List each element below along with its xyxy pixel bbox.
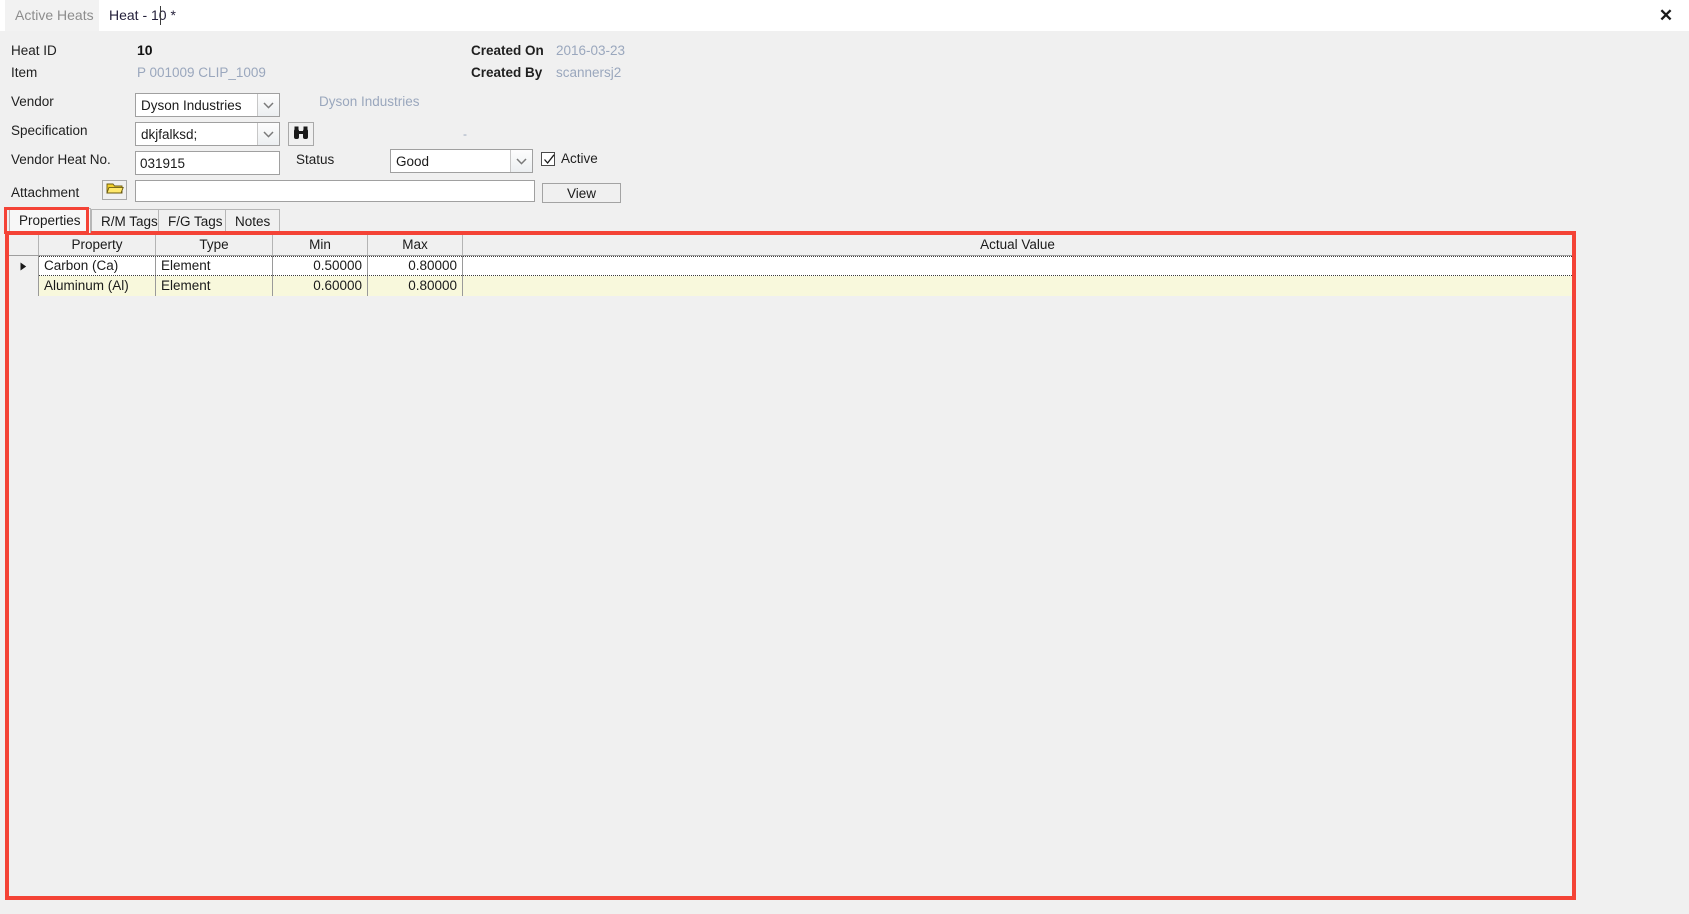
grid-col-actual-value[interactable]: Actual Value (463, 235, 1572, 255)
cell-actual-value[interactable] (463, 256, 1572, 276)
properties-tab-strip: Properties R/M Tags F/G Tags Notes (0, 208, 1689, 233)
status-combobox[interactable]: Good (390, 149, 533, 173)
cell-type[interactable]: Element (156, 256, 273, 276)
tab-properties[interactable]: Properties (9, 208, 91, 233)
tab-notes-label: Notes (235, 214, 271, 229)
tab-notes[interactable]: Notes (225, 209, 281, 232)
tab-active-heats-label: Active Heats (15, 7, 94, 23)
item-value[interactable]: P 001009 CLIP_1009 (137, 65, 266, 81)
status-combobox-value: Good (396, 153, 430, 169)
tab-fg-tags-label: F/G Tags (168, 214, 223, 229)
grid-col-property[interactable]: Property (39, 235, 156, 255)
vendor-combobox-value: Dyson Industries (141, 97, 242, 113)
specification-search-button[interactable] (288, 122, 314, 146)
cell-property[interactable]: Carbon (Ca) (39, 256, 156, 276)
play-arrow-icon (20, 259, 27, 274)
close-window-button[interactable]: ✕ (1651, 0, 1681, 31)
vendor-label: Vendor (11, 94, 54, 109)
specification-note: - (463, 127, 467, 141)
properties-grid: Property Type Min Max Actual Value Carbo… (9, 235, 1572, 296)
top-tab-strip: Active Heats Heat - 10 * ✕ (0, 0, 1689, 32)
binoculars-icon (293, 126, 309, 143)
tab-active-heats[interactable]: Active Heats (5, 0, 105, 31)
cell-min[interactable]: 0.60000 (273, 276, 368, 296)
open-folder-icon (105, 182, 124, 198)
tab-fg-tags[interactable]: F/G Tags (158, 209, 233, 232)
cell-actual-value[interactable] (463, 276, 1572, 296)
item-label: Item (11, 65, 38, 80)
cell-max[interactable]: 0.80000 (368, 256, 463, 276)
tab-heat-10-label: Heat - 10 * (109, 7, 176, 23)
created-by-value: scannersj2 (556, 65, 622, 80)
grid-highlight-annotation (5, 231, 1576, 900)
attachment-browse-button[interactable] (102, 180, 127, 200)
vendor-combobox[interactable]: Dyson Industries (135, 93, 280, 117)
grid-col-rowselector (9, 235, 39, 255)
row-selector-indicator[interactable] (9, 276, 39, 296)
chevron-down-icon[interactable] (257, 123, 279, 145)
heat-detail-window: Active Heats Heat - 10 * ✕ Heat ID 10 It… (0, 0, 1689, 914)
vendor-heat-no-label: Vendor Heat No. (11, 152, 111, 167)
cell-type[interactable]: Element (156, 276, 273, 296)
table-row[interactable]: Carbon (Ca) Element 0.50000 0.80000 (9, 256, 1572, 276)
cell-property[interactable]: Aluminum (Al) (39, 276, 156, 296)
active-checkbox-label: Active (561, 151, 598, 166)
vendor-heat-no-input[interactable] (135, 151, 280, 175)
grid-col-min[interactable]: Min (273, 235, 368, 255)
specification-combobox[interactable]: dkjfalksd; (135, 122, 280, 146)
cell-min[interactable]: 0.50000 (273, 256, 368, 276)
cell-max[interactable]: 0.80000 (368, 276, 463, 296)
grid-col-max[interactable]: Max (368, 235, 463, 255)
row-focus-dotted-top (39, 256, 1572, 258)
attachment-label: Attachment (11, 185, 80, 200)
created-on-label: Created On (471, 43, 544, 58)
grid-header-row: Property Type Min Max Actual Value (9, 235, 1572, 256)
specification-combobox-value: dkjfalksd; (141, 126, 198, 142)
created-on-value: 2016-03-23 (556, 43, 626, 58)
chevron-down-icon[interactable] (510, 150, 532, 172)
checkbox-box (541, 151, 555, 166)
tab-properties-label: Properties (19, 213, 81, 228)
row-selector-indicator[interactable] (9, 256, 39, 276)
table-row[interactable]: Aluminum (Al) Element 0.60000 0.80000 (9, 276, 1572, 296)
heat-id-label: Heat ID (11, 43, 57, 58)
heat-form-pane: Heat ID 10 Item P 001009 CLIP_1009 Creat… (0, 31, 1689, 211)
heat-id-value: 10 (137, 42, 153, 58)
active-checkbox[interactable]: Active (541, 151, 598, 166)
created-by-label: Created By (471, 65, 543, 80)
tab-rm-tags[interactable]: R/M Tags (91, 209, 168, 232)
specification-label: Specification (11, 123, 88, 138)
tab-rm-tags-label: R/M Tags (101, 214, 158, 229)
grid-col-type[interactable]: Type (156, 235, 273, 255)
status-label: Status (296, 152, 335, 167)
tab-text-caret (160, 6, 161, 25)
attachment-path-input[interactable] (135, 180, 535, 202)
vendor-display-text: Dyson Industries (319, 94, 420, 109)
chevron-down-icon[interactable] (257, 94, 279, 116)
view-attachment-button[interactable]: View (542, 183, 621, 203)
tab-heat-10[interactable]: Heat - 10 * (99, 0, 186, 31)
